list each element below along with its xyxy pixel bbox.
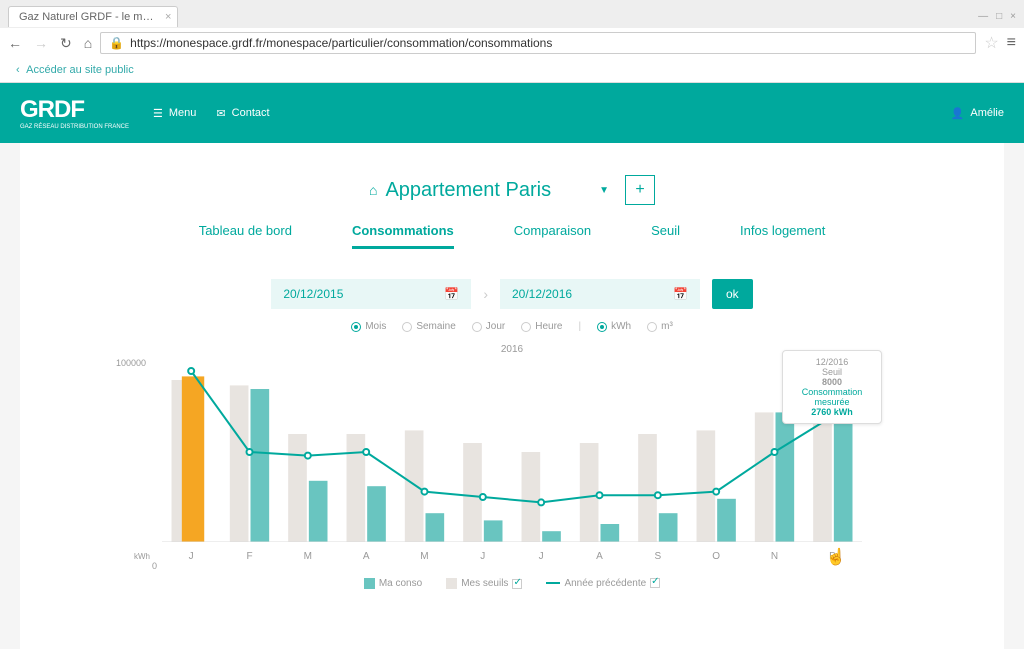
tab-comparison[interactable]: Comparaison <box>514 223 591 249</box>
chart-container: 100000 0 kWh 2016 12/2016 Seuil 8000 Con… <box>162 362 862 589</box>
date-range-row: 20/12/2015 📅 › 20/12/2016 📅 ok <box>60 279 964 309</box>
contact-button[interactable]: ✉ Contact <box>216 107 269 120</box>
close-icon[interactable]: × <box>1010 11 1016 22</box>
date-end-value: 20/12/2016 <box>512 287 572 301</box>
y-max-label: 100000 <box>116 358 146 368</box>
chart-legend: Ma conso Mes seuils Année précédente <box>162 578 862 589</box>
add-location-button[interactable]: + <box>625 175 655 205</box>
home-icon: ⌂ <box>369 182 377 198</box>
reload-icon[interactable]: ↻ <box>60 35 72 52</box>
public-site-link[interactable]: Accéder au site public <box>26 64 134 76</box>
radio-icon <box>351 322 361 332</box>
lock-icon: 🔒 <box>109 36 124 50</box>
date-start-value: 20/12/2015 <box>283 287 343 301</box>
radio-icon <box>521 322 531 332</box>
user-name: Amélie <box>970 107 1004 119</box>
home-icon[interactable]: ⌂ <box>84 35 92 52</box>
url-bar: ← → ↻ ⌂ 🔒 https://monespace.grdf.fr/mone… <box>0 28 1024 58</box>
gran-mois[interactable]: Mois <box>351 321 386 332</box>
tooltip-conso-label: Consommation mesurée <box>793 387 871 407</box>
user-icon: 👤 <box>951 107 965 120</box>
tooltip-conso-value: 2760 kWh <box>793 407 871 417</box>
chevron-left-icon: ‹ <box>16 64 20 76</box>
legend-mes-seuils[interactable]: Mes seuils <box>446 578 522 589</box>
tab-close-icon[interactable]: × <box>165 11 171 23</box>
granularity-row: Mois Semaine Jour Heure | kWh m³ <box>60 321 964 332</box>
menu-button[interactable]: ☰ Menu <box>153 107 196 120</box>
radio-icon <box>402 322 412 332</box>
unit-kwh[interactable]: kWh <box>597 321 631 332</box>
checkbox-icon[interactable] <box>650 578 660 588</box>
logo[interactable]: GRDF GAZ RÉSEAU DISTRIBUTION FRANCE <box>20 96 129 130</box>
chevron-down-icon: ▼ <box>599 185 609 196</box>
menu-label: Menu <box>169 107 197 119</box>
browser-tab[interactable]: Gaz Naturel GRDF - le m… × <box>8 6 178 27</box>
tooltip-seuil-value: 8000 <box>793 377 871 387</box>
tooltip-seuil-label: Seuil <box>793 367 871 377</box>
separator: | <box>579 321 582 332</box>
tab-consumption[interactable]: Consommations <box>352 223 454 249</box>
gran-jour[interactable]: Jour <box>472 321 505 332</box>
y-min-label: 0 <box>152 561 157 571</box>
user-menu[interactable]: 👤 Amélie <box>951 107 1004 120</box>
logo-subtitle: GAZ RÉSEAU DISTRIBUTION FRANCE <box>20 124 129 130</box>
location-row: ⌂ Appartement Paris ▼ + <box>60 175 964 205</box>
tab-bar: Gaz Naturel GRDF - le m… × — □ × <box>0 0 1024 28</box>
date-range-arrow-icon: › <box>483 286 488 302</box>
minimize-icon[interactable]: — <box>978 11 988 22</box>
radio-icon <box>597 322 607 332</box>
checkbox-icon[interactable] <box>512 579 522 589</box>
maximize-icon[interactable]: □ <box>996 11 1002 22</box>
url-input[interactable]: 🔒 https://monespace.grdf.fr/monespace/pa… <box>100 32 976 54</box>
gran-heure[interactable]: Heure <box>521 321 562 332</box>
url-text: https://monespace.grdf.fr/monespace/part… <box>130 36 552 50</box>
date-start-input[interactable]: 20/12/2015 📅 <box>271 279 471 309</box>
contact-label: Contact <box>232 107 270 119</box>
hamburger-icon: ☰ <box>153 107 163 120</box>
chart-title: 2016 <box>501 344 523 355</box>
forward-icon[interactable]: → <box>34 35 48 52</box>
location-name: Appartement Paris <box>385 179 551 202</box>
legend-ma-conso[interactable]: Ma conso <box>364 578 422 589</box>
tab-threshold[interactable]: Seuil <box>651 223 680 249</box>
calendar-icon: 📅 <box>444 287 459 301</box>
chart-tooltip: 12/2016 Seuil 8000 Consommation mesurée … <box>782 350 882 424</box>
public-link-bar: ‹ Accéder au site public <box>0 58 1024 82</box>
back-icon[interactable]: ← <box>8 35 22 52</box>
radio-icon <box>647 322 657 332</box>
plus-icon: + <box>635 181 644 199</box>
gran-semaine[interactable]: Semaine <box>402 321 455 332</box>
logo-text: GRDF <box>20 96 84 123</box>
browser-chrome: Gaz Naturel GRDF - le m… × — □ × ← → ↻ ⌂… <box>0 0 1024 83</box>
page-content: ⌂ Appartement Paris ▼ + Tableau de bord … <box>20 143 1004 649</box>
envelope-icon: ✉ <box>216 107 225 120</box>
bookmark-icon[interactable]: ☆ <box>984 33 998 53</box>
tooltip-period: 12/2016 <box>793 357 871 367</box>
legend-annee-prec[interactable]: Année précédente <box>546 578 660 589</box>
unit-m3[interactable]: m³ <box>647 321 673 332</box>
date-end-input[interactable]: 20/12/2016 📅 <box>500 279 700 309</box>
window-controls: — □ × <box>978 11 1016 22</box>
chart-svg[interactable] <box>162 362 862 542</box>
calendar-icon: 📅 <box>673 287 688 301</box>
radio-icon <box>472 322 482 332</box>
app-header: GRDF GAZ RÉSEAU DISTRIBUTION FRANCE ☰ Me… <box>0 83 1024 143</box>
nav-tabs: Tableau de bord Consommations Comparaiso… <box>60 223 964 249</box>
tab-title: Gaz Naturel GRDF - le m… <box>19 11 153 23</box>
x-axis-labels: JFMAMJJASOND <box>162 551 862 562</box>
location-selector[interactable]: ⌂ Appartement Paris ▼ <box>369 179 609 202</box>
ok-button[interactable]: ok <box>712 279 753 309</box>
tab-dashboard[interactable]: Tableau de bord <box>199 223 292 249</box>
browser-menu-icon[interactable]: ≡ <box>1007 34 1016 52</box>
tab-housing-info[interactable]: Infos logement <box>740 223 825 249</box>
y-axis-unit: kWh <box>134 552 150 561</box>
